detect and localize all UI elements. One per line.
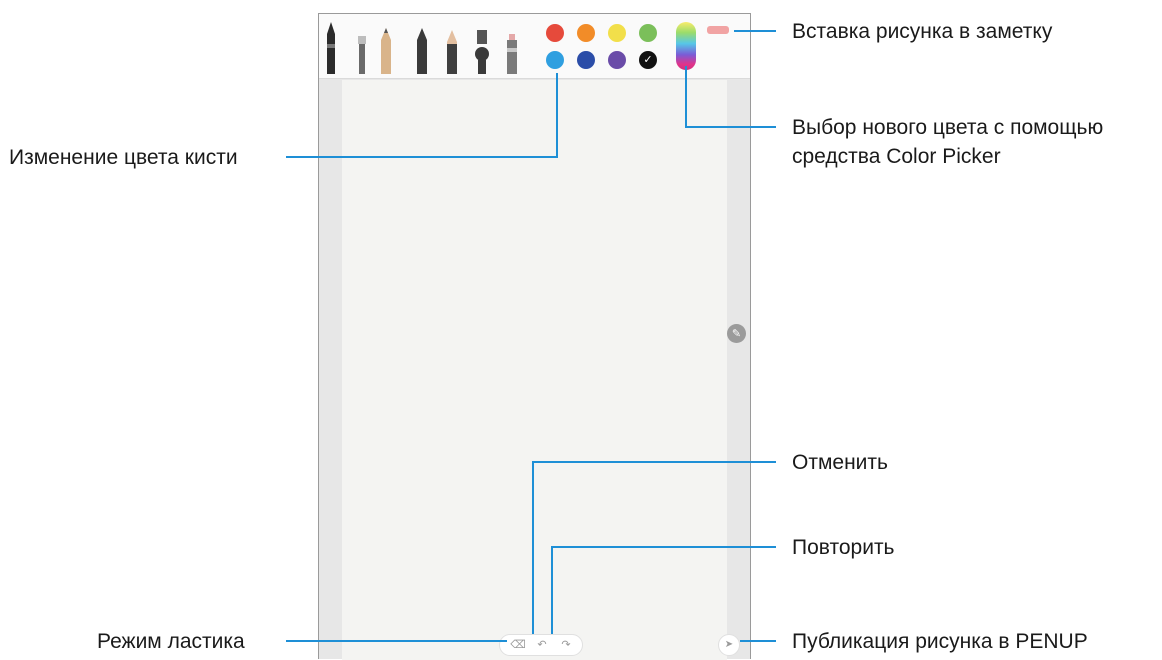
callout-insert-image: Вставка рисунка в заметку (792, 20, 1053, 43)
callout-redo: Повторить (792, 536, 895, 559)
callout-eraser-mode: Режим ластика (97, 630, 245, 653)
callout-lines (286, 30, 776, 642)
callout-publish-penup: Публикация рисунка в PENUP (792, 630, 1088, 653)
callout-undo: Отменить (792, 451, 888, 474)
callout-color-picker-line1: Выбор нового цвета с помощью (792, 116, 1104, 139)
callout-color-picker-line2: средства Color Picker (792, 145, 1001, 168)
callout-brush-color: Изменение цвета кисти (9, 146, 238, 169)
